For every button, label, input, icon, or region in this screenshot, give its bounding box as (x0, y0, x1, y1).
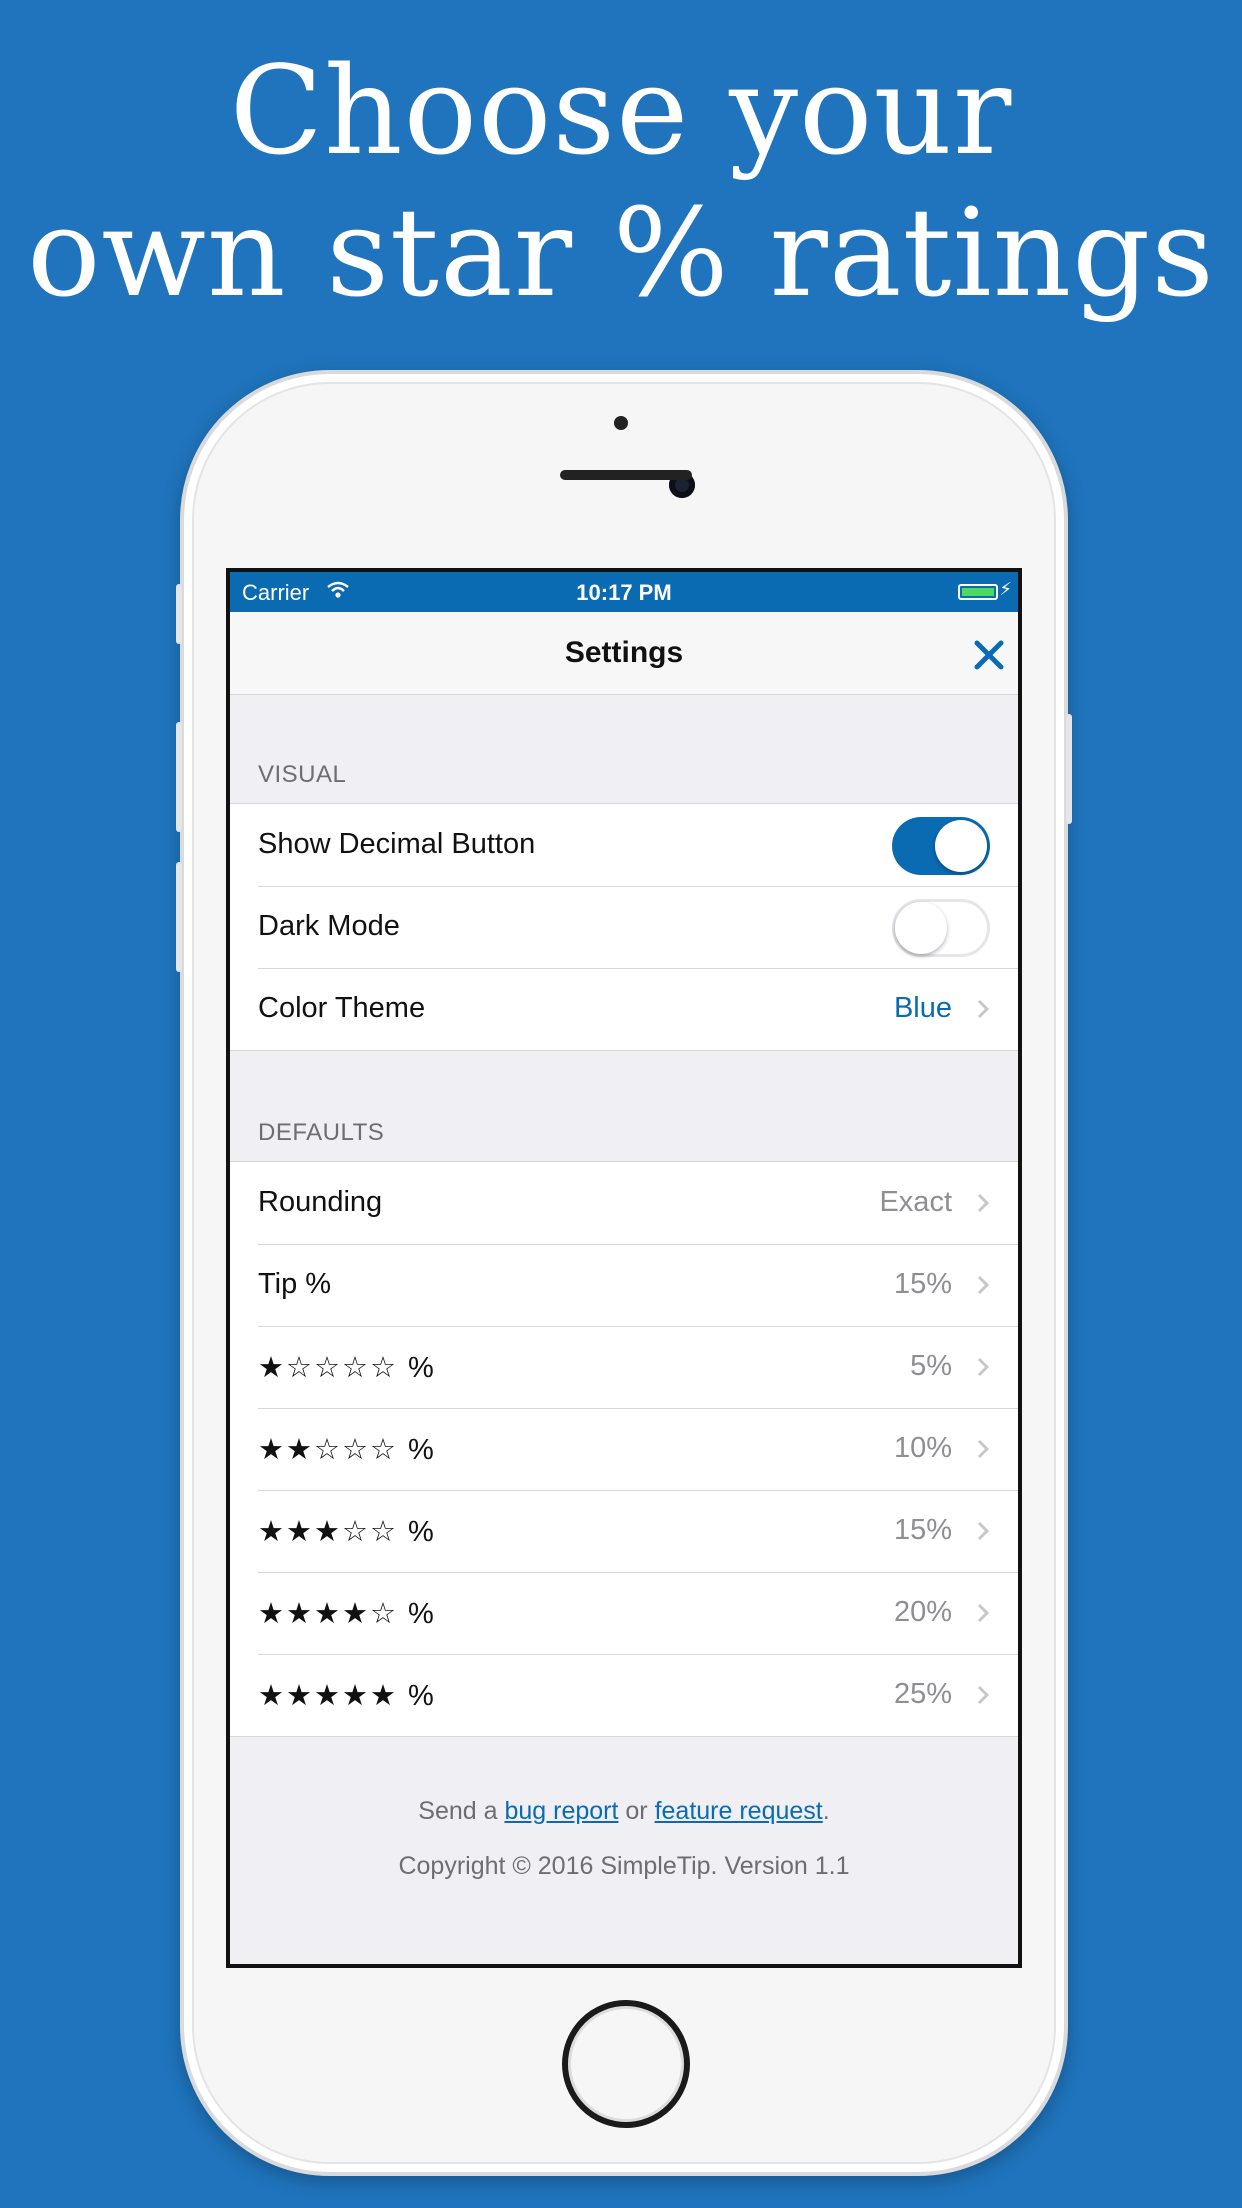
chevron-right-icon (977, 1603, 990, 1623)
power-button (1066, 714, 1072, 824)
earpiece-speaker (560, 470, 692, 480)
charging-bolt-icon: ⚡ (999, 579, 1012, 599)
mute-switch (176, 584, 182, 644)
three-star-value: 15% (893, 1514, 952, 1546)
footer-links-line: Send a bug report or feature request. (230, 1797, 1018, 1826)
battery-level (962, 588, 994, 596)
tip-percent-label: Tip % (258, 1268, 332, 1300)
four-star-row[interactable]: ★★★★☆ % 20% (230, 1572, 1018, 1654)
three-star-row[interactable]: ★★★☆☆ % 15% (230, 1490, 1018, 1572)
two-star-row[interactable]: ★★☆☆☆ % 10% (230, 1408, 1018, 1490)
chevron-right-icon (977, 1521, 990, 1541)
period-text: . (822, 1797, 830, 1825)
five-star-row[interactable]: ★★★★★ % 25% (230, 1654, 1018, 1736)
status-bar: Carrier 10:17 PM ⚡ (230, 572, 1018, 612)
copyright-text: Copyright © 2016 SimpleTip. Version 1.1 (398, 1852, 850, 1880)
feature-request-link[interactable]: feature request (655, 1797, 823, 1825)
section-header-label: DEFAULTS (258, 1119, 385, 1146)
tip-percent-value: 15% (893, 1268, 952, 1300)
dark-mode-toggle[interactable] (892, 899, 990, 957)
chevron-right-icon (977, 1357, 990, 1377)
headline-line-2: own star % ratings (27, 182, 1215, 324)
defaults-settings-group: Rounding Exact Tip % 15% ★☆☆☆☆ % 5% ★★☆☆… (230, 1161, 1018, 1737)
section-header-visual: VISUAL (230, 695, 1018, 803)
rounding-value: Exact (879, 1186, 952, 1218)
volume-up-button (176, 722, 182, 832)
four-star-label: ★★★★☆ % (258, 1598, 436, 1630)
color-theme-label: Color Theme (258, 992, 426, 1024)
show-decimal-row: Show Decimal Button (230, 804, 1018, 886)
section-header-defaults: DEFAULTS (230, 1051, 1018, 1161)
chevron-right-icon (977, 1275, 990, 1295)
toggle-knob (935, 820, 987, 872)
visual-settings-group: Show Decimal Button Dark Mode Color Them… (230, 803, 1018, 1051)
send-a-text: Send a (418, 1797, 505, 1825)
chevron-right-icon (977, 1685, 990, 1705)
chevron-right-icon (977, 1439, 990, 1459)
tip-percent-row[interactable]: Tip % 15% (230, 1244, 1018, 1326)
volume-down-button (176, 862, 182, 972)
one-star-row[interactable]: ★☆☆☆☆ % 5% (230, 1326, 1018, 1408)
dark-mode-row: Dark Mode (230, 886, 1018, 968)
five-star-label: ★★★★★ % (258, 1680, 436, 1712)
battery-charging-icon (958, 584, 998, 600)
rounding-label: Rounding (258, 1186, 383, 1218)
headline-line-1: Choose your (229, 40, 1013, 182)
footer: Send a bug report or feature request. Co… (230, 1737, 1018, 1881)
app-screen: Carrier 10:17 PM ⚡ Settings VISUAL Show … (226, 568, 1022, 1968)
headline: Choose your own star % ratings (0, 40, 1242, 324)
status-time: 10:17 PM (576, 580, 672, 605)
page-title: Settings (564, 636, 684, 669)
three-star-label: ★★★☆☆ % (258, 1516, 436, 1548)
show-decimal-toggle[interactable] (892, 817, 990, 875)
two-star-label: ★★☆☆☆ % (258, 1434, 436, 1466)
bug-report-link[interactable]: bug report (504, 1797, 618, 1825)
chevron-right-icon (977, 999, 990, 1019)
show-decimal-label: Show Decimal Button (258, 828, 536, 860)
or-text: or (618, 1797, 655, 1825)
four-star-value: 20% (893, 1596, 952, 1628)
one-star-value: 5% (910, 1350, 952, 1382)
rounding-row[interactable]: Rounding Exact (230, 1162, 1018, 1244)
five-star-value: 25% (893, 1678, 952, 1710)
proximity-sensor (614, 416, 628, 430)
toggle-knob (895, 902, 947, 954)
color-theme-row[interactable]: Color Theme Blue (230, 968, 1018, 1050)
dark-mode-label: Dark Mode (258, 910, 400, 942)
nav-bar: Settings (230, 612, 1018, 695)
section-header-label: VISUAL (258, 761, 347, 788)
home-button[interactable] (562, 2000, 690, 2128)
close-icon[interactable] (968, 634, 1010, 676)
chevron-right-icon (977, 1193, 990, 1213)
color-theme-value: Blue (893, 992, 952, 1024)
two-star-value: 10% (893, 1432, 952, 1464)
one-star-label: ★☆☆☆☆ % (258, 1352, 436, 1384)
